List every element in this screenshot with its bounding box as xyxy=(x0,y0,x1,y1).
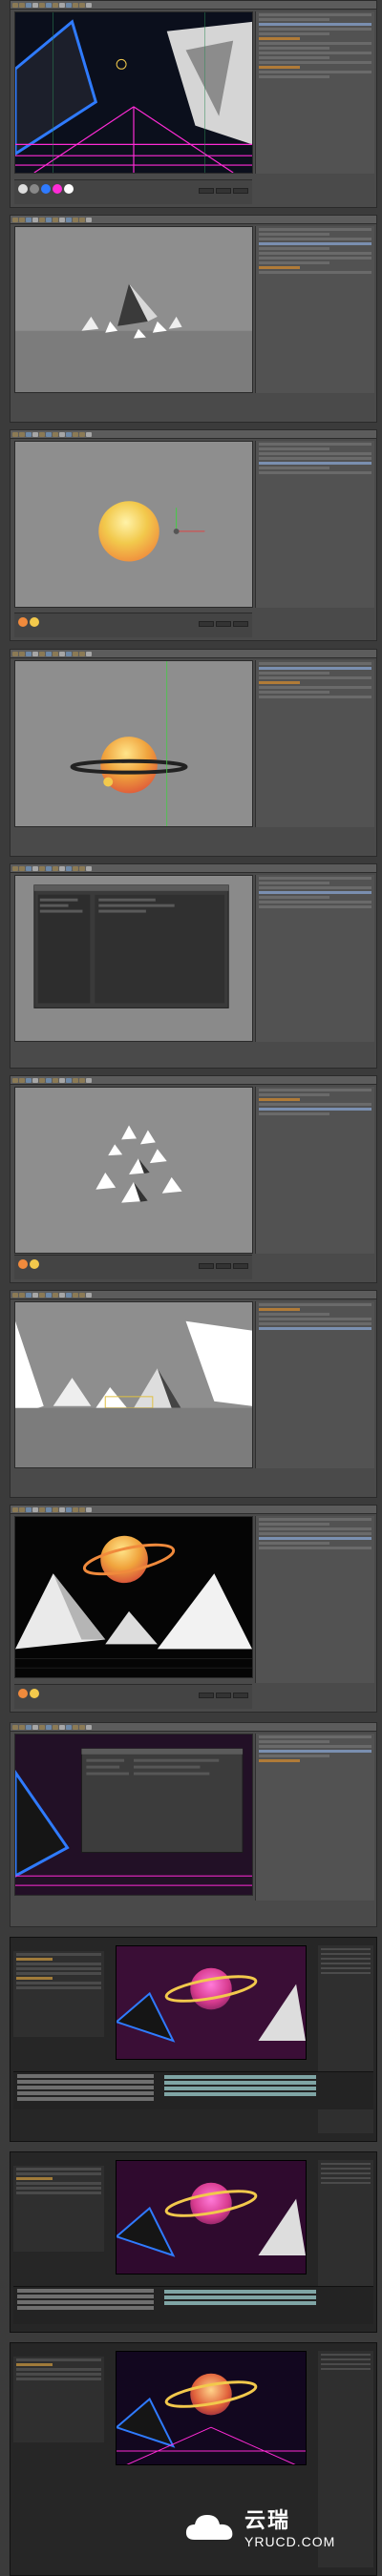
viewport-render-settings[interactable] xyxy=(14,875,253,1042)
ae-project-panel[interactable] xyxy=(13,2357,104,2442)
c4d-toolbar[interactable] xyxy=(11,650,376,658)
material-manager[interactable] xyxy=(14,1255,252,1279)
c4d-screenshot-9 xyxy=(10,1722,377,1927)
viewport-planet-ring[interactable] xyxy=(14,660,253,827)
material-swatch[interactable] xyxy=(18,617,28,627)
attribute-manager[interactable] xyxy=(255,1734,374,1901)
c4d-screenshot-7 xyxy=(10,1290,377,1498)
viewport-neon-grid[interactable] xyxy=(14,11,253,174)
cloud-logo-icon xyxy=(183,2507,237,2545)
c4d-screenshot-8 xyxy=(10,1505,377,1713)
ae-composition-viewer[interactable] xyxy=(116,2351,307,2465)
c4d-toolbar[interactable] xyxy=(11,216,376,224)
viewport-planet-mountains[interactable] xyxy=(14,1516,253,1678)
material-swatch[interactable] xyxy=(30,1259,39,1269)
watermark-cn: 云瑞 xyxy=(244,2508,291,2533)
ae-project-panel[interactable] xyxy=(13,2166,104,2252)
c4d-toolbar[interactable] xyxy=(11,1,376,10)
c4d-screenshot-2 xyxy=(10,215,377,423)
ae-project-panel[interactable] xyxy=(13,1951,104,2037)
c4d-toolbar[interactable] xyxy=(11,1076,376,1085)
attribute-manager[interactable] xyxy=(255,1087,374,1254)
ae-screenshot-1 xyxy=(10,1937,377,2142)
watermark: 云瑞 YRUCD.COM xyxy=(183,2495,372,2557)
material-manager[interactable] xyxy=(14,613,252,637)
ae-composition-viewer[interactable] xyxy=(116,2160,307,2275)
ae-timeline[interactable] xyxy=(13,2071,373,2109)
tutorial-screenshot-stack: 云瑞 YRUCD.COM xyxy=(0,0,382,2576)
material-swatch[interactable] xyxy=(18,1689,28,1698)
watermark-en: YRUCD.COM xyxy=(244,2533,336,2549)
material-swatch[interactable] xyxy=(64,184,74,194)
c4d-toolbar[interactable] xyxy=(11,1291,376,1299)
viewport-neon-dialog[interactable] xyxy=(14,1734,253,1896)
attribute-manager[interactable] xyxy=(255,1301,374,1468)
c4d-screenshot-1 xyxy=(10,0,377,208)
material-swatch[interactable] xyxy=(30,617,39,627)
ae-timeline[interactable] xyxy=(13,2286,373,2324)
attribute-manager[interactable] xyxy=(255,1516,374,1683)
material-swatch[interactable] xyxy=(30,184,39,194)
c4d-toolbar[interactable] xyxy=(11,1723,376,1732)
c4d-screenshot-5 xyxy=(10,863,377,1069)
attribute-manager[interactable] xyxy=(255,11,374,174)
c4d-screenshot-3 xyxy=(10,429,377,641)
c4d-screenshot-4 xyxy=(10,649,377,857)
material-swatch[interactable] xyxy=(30,1689,39,1698)
material-manager[interactable] xyxy=(14,1684,252,1709)
viewport-yellow-sphere[interactable] xyxy=(14,441,253,608)
attribute-manager[interactable] xyxy=(255,226,374,393)
ae-screenshot-2 xyxy=(10,2151,377,2333)
ae-composition-viewer[interactable] xyxy=(116,1945,307,2060)
c4d-toolbar[interactable] xyxy=(11,1506,376,1514)
viewport-grey-pyramids[interactable] xyxy=(14,226,253,393)
material-swatch[interactable] xyxy=(18,1259,28,1269)
attribute-manager[interactable] xyxy=(255,875,374,1042)
attribute-manager[interactable] xyxy=(255,441,374,608)
viewport-white-mountains[interactable] xyxy=(14,1301,253,1468)
viewport-scattered-pyramids[interactable] xyxy=(14,1087,253,1254)
material-swatch[interactable] xyxy=(41,184,51,194)
material-swatch[interactable] xyxy=(18,184,28,194)
c4d-screenshot-6 xyxy=(10,1075,377,1283)
material-manager[interactable] xyxy=(14,179,252,204)
material-swatch[interactable] xyxy=(53,184,62,194)
c4d-toolbar[interactable] xyxy=(11,864,376,873)
attribute-manager[interactable] xyxy=(255,660,374,827)
c4d-toolbar[interactable] xyxy=(11,430,376,439)
